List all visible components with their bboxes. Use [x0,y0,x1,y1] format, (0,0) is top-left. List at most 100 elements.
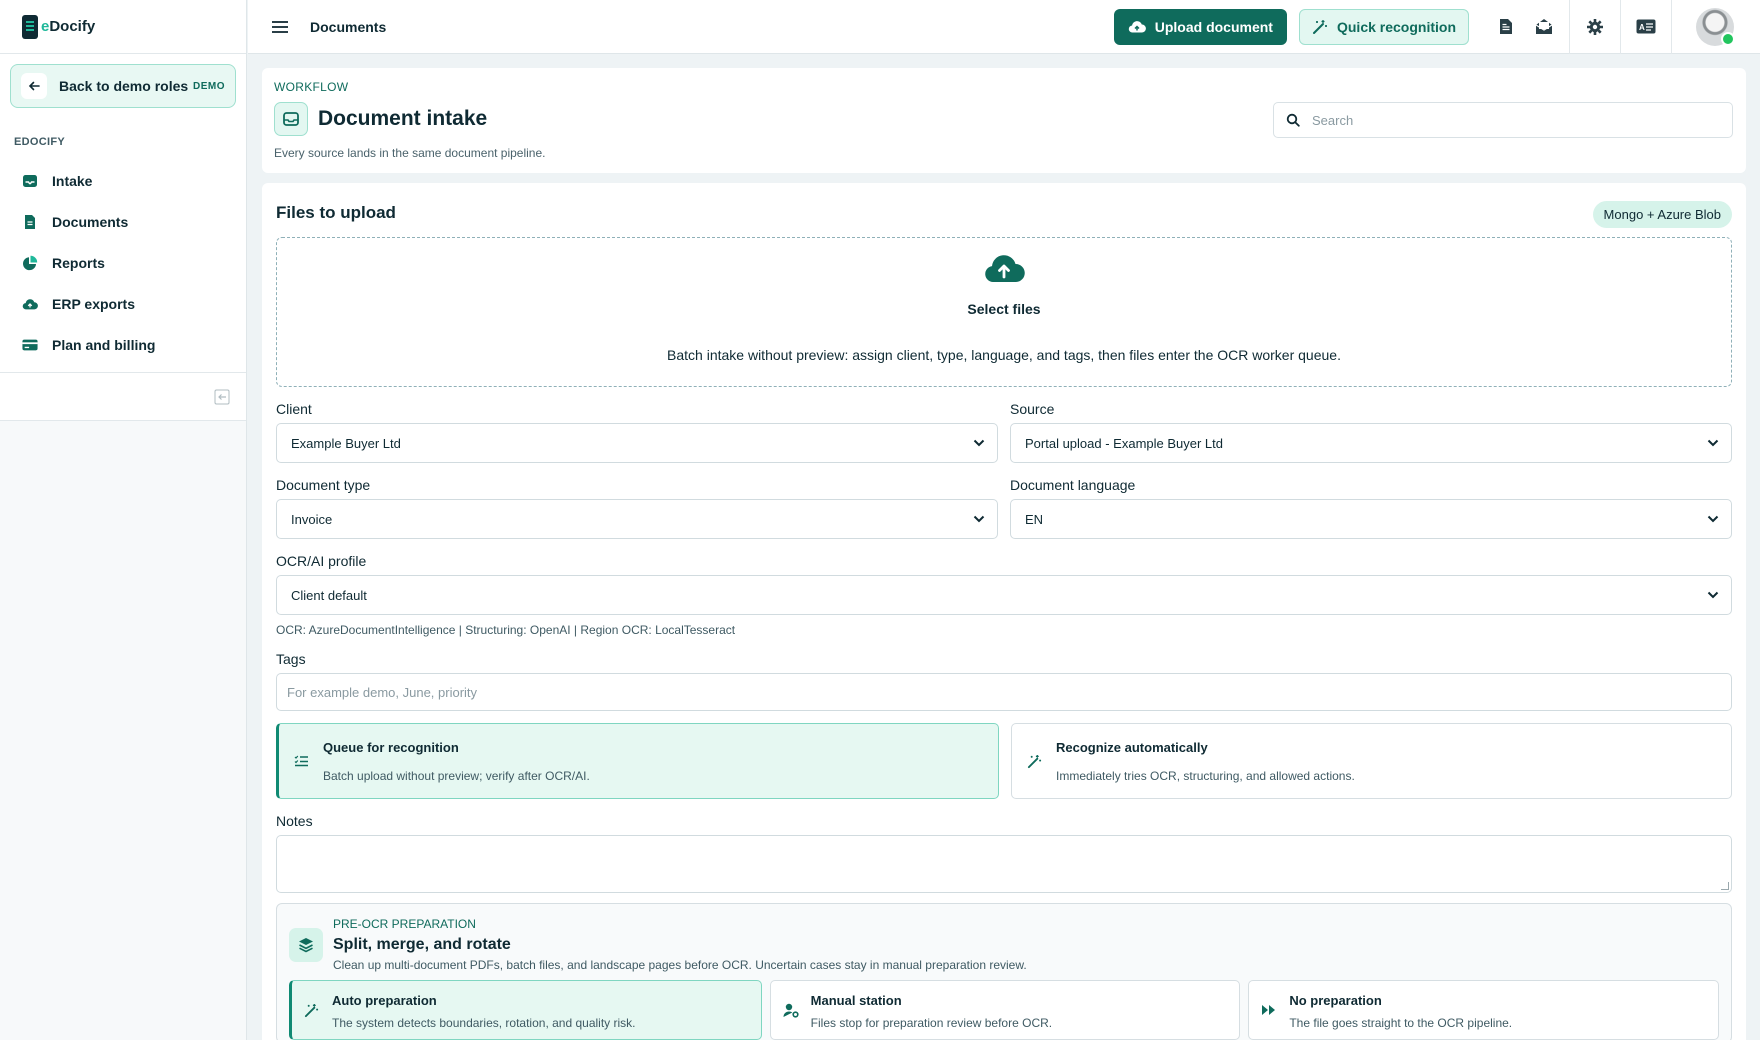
sidebar-item-label: Intake [52,172,93,189]
client-value: Example Buyer Ltd [291,435,401,451]
envelope-open-icon[interactable] [1525,0,1563,54]
credit-card-icon [22,337,38,353]
file-dropzone[interactable]: Select files Batch intake without previe… [276,237,1732,387]
inbox-icon [274,102,308,136]
ocr-profile-label: OCR/AI profile [276,553,367,569]
source-select[interactable]: Portal upload - Example Buyer Ltd [1010,423,1732,463]
document-icon [22,214,38,230]
prep-option-description: Files stop for preparation review before… [810,1016,1053,1030]
topbar: Documents Upload document Quick recognit… [248,0,1760,54]
storage-badge: Mongo + Azure Blob [1592,201,1732,228]
quick-recognition-button[interactable]: Quick recognition [1298,8,1469,45]
sidebar-item-label: Plan and billing [52,336,156,353]
ocr-profile-hint: OCR: AzureDocumentIntelligence | Structu… [276,623,736,637]
brand-icon [22,14,38,39]
cloud-upload-icon [22,296,38,312]
sidebar-nav: Back to demo roles DEMO EDOCIFY Intake D… [0,54,246,373]
mode-title: Queue for recognition [323,740,459,755]
prep-option-title: Manual station [810,993,902,1008]
dropzone-description: Batch intake without preview: assign cli… [667,347,1341,363]
prep-eyebrow: PRE-OCR PREPARATION [333,917,476,931]
back-label: Back to demo roles [59,78,189,94]
source-label: Source [1010,401,1055,417]
notes-label: Notes [276,813,313,829]
sidebar-item-intake[interactable]: Intake [10,160,236,201]
sidebar-item-plan-and-billing[interactable]: Plan and billing [10,324,236,365]
menu-icon[interactable] [272,20,290,34]
mode-title: Recognize automatically [1056,740,1208,755]
sidebar-item-label: Reports [52,254,105,271]
layers-icon [289,928,323,962]
notes-textarea[interactable] [277,836,1731,892]
sidebar: eDocify Back to demo roles DEMO EDOCIFY … [0,0,247,1040]
document-type-value: Invoice [291,511,333,527]
sidebar-item-label: ERP exports [52,295,135,312]
sidebar-item-label: Documents [52,213,129,230]
magic-wand-icon [1312,19,1327,34]
sidebar-item-documents[interactable]: Documents [10,201,236,242]
pre-ocr-preparation-card: PRE-OCR PREPARATION Split, merge, and ro… [276,903,1732,1040]
magic-wand-icon [304,1003,320,1019]
chevron-down-icon [1707,515,1719,523]
document-type-select[interactable]: Invoice [276,499,998,539]
chevron-down-icon [1707,439,1719,447]
back-to-demo-roles-button[interactable]: Back to demo roles DEMO [10,64,236,108]
cloud-upload-icon [983,252,1025,287]
upload-card: Files to upload Mongo + Azure Blob Selec… [262,183,1746,1040]
tags-label: Tags [276,651,306,667]
page-header-card: WORKFLOW Document intake Every source la… [262,68,1746,173]
pie-chart-icon [22,255,38,271]
main-content: WORKFLOW Document intake Every source la… [262,68,1746,1040]
tags-input[interactable] [287,684,1731,700]
sidebar-item-erp-exports[interactable]: ERP exports [10,283,236,324]
files-to-upload-title: Files to upload [276,203,396,222]
recognition-mode-group: Queue for recognition Batch upload witho… [276,723,1732,799]
document-language-value: EN [1025,511,1044,527]
document-language-select[interactable]: EN [1010,499,1732,539]
prep-option-description: The system detects boundaries, rotation,… [332,1016,636,1030]
prep-option-description: The file goes straight to the OCR pipeli… [1289,1016,1513,1030]
mode-queue-for-recognition[interactable]: Queue for recognition Batch upload witho… [276,723,999,799]
sidebar-section-title: EDOCIFY [14,136,65,148]
gear-icon[interactable] [1576,0,1614,54]
document-language-label: Document language [1010,477,1136,493]
chevron-down-icon [973,515,985,523]
resize-handle-icon[interactable] [1721,882,1729,890]
svg-text:A: A [1639,23,1645,32]
mode-description: Immediately tries OCR, structuring, and … [1056,769,1355,783]
inbox-icon [22,173,38,189]
search-input[interactable] [1312,112,1712,128]
client-select[interactable]: Example Buyer Ltd [276,423,998,463]
prep-option-group: Auto preparation The system detects boun… [289,980,1720,1040]
upload-document-label: Upload document [1154,18,1273,35]
brand-name: Docify [49,18,96,35]
mode-description: Batch upload without preview; verify aft… [323,769,590,783]
prep-option-manual[interactable]: Manual station Files stop for preparatio… [769,980,1241,1040]
prep-description: Clean up multi-document PDFs, batch file… [333,958,1027,972]
ocr-profile-select[interactable]: Client default [276,575,1732,615]
upload-document-button[interactable]: Upload document [1113,8,1287,45]
quick-recognition-label: Quick recognition [1336,18,1456,35]
user-cog-icon [783,1003,799,1019]
brand-logo[interactable]: eDocify [0,0,246,54]
prep-option-title: Auto preparation [332,993,437,1008]
prep-option-none[interactable]: No preparation The file goes straight to… [1248,980,1720,1040]
magic-wand-icon [1026,753,1042,769]
demo-badge: DEMO [193,80,225,92]
fast-forward-icon [1261,1003,1277,1019]
user-avatar[interactable] [1696,7,1735,46]
prep-option-auto[interactable]: Auto preparation The system detects boun… [289,980,762,1040]
sidebar-item-reports[interactable]: Reports [10,242,236,283]
collapse-sidebar-icon[interactable] [214,389,230,405]
id-card-icon[interactable]: A [1627,0,1665,54]
prep-title: Split, merge, and rotate [333,936,511,953]
topbar-actions: Upload document Quick recognition A [1113,0,1760,54]
document-icon[interactable] [1487,0,1525,54]
select-files-label: Select files [967,301,1041,317]
page-section-title: Documents [310,18,387,35]
mode-recognize-automatically[interactable]: Recognize automatically Immediately trie… [1011,723,1732,799]
arrow-left-icon [21,73,47,99]
prep-option-title: No preparation [1289,993,1382,1008]
search-icon [1286,113,1300,127]
chevron-down-icon [973,439,985,447]
